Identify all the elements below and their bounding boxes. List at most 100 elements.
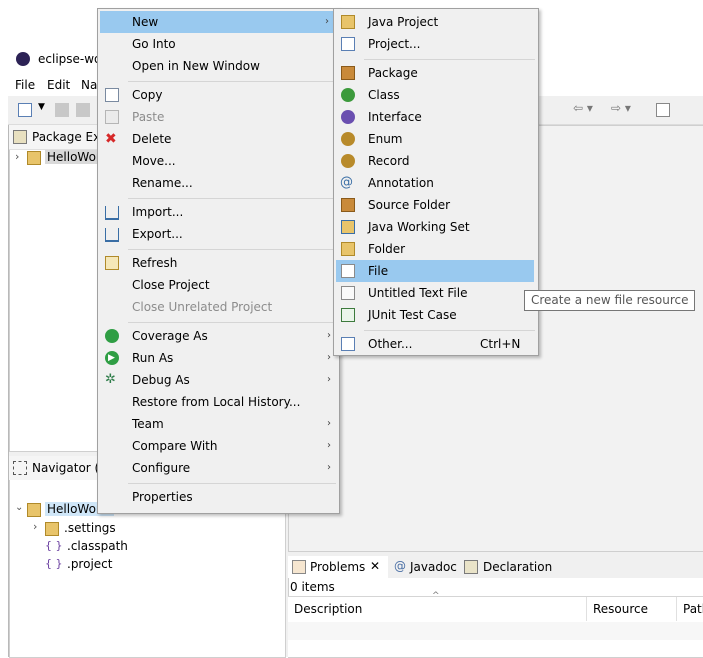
submenu-item-untitled-text-file[interactable]: Untitled Text File (334, 282, 538, 304)
menu-item-label: Configure (132, 461, 191, 475)
menu-navigate[interactable]: Na (81, 78, 97, 92)
menu-separator (128, 322, 336, 323)
menu-item-label: New (132, 15, 159, 29)
menu-edit[interactable]: Edit (47, 78, 70, 92)
chevron-right-icon[interactable]: › (15, 150, 19, 163)
save-icon[interactable] (55, 103, 69, 117)
menu-item-compare-with[interactable]: Compare With › (98, 435, 339, 457)
tab-declaration[interactable]: Declaration (462, 556, 562, 578)
menu-item-move[interactable]: Move... (98, 150, 339, 172)
menu-item-label: Source Folder (368, 198, 451, 212)
save-all-icon[interactable] (76, 103, 90, 117)
menu-item-label: Annotation (368, 176, 434, 190)
close-icon[interactable]: ✕ (370, 559, 380, 573)
submenu-item-folder[interactable]: Folder (334, 238, 538, 260)
new-wizard-icon[interactable] (18, 103, 32, 117)
tree-item[interactable]: { } .project (9, 556, 284, 574)
menu-item-label: Package (368, 66, 418, 80)
context-menu: New › Go Into Open in New Window Copy Pa… (97, 8, 340, 514)
submenu-item-java-project[interactable]: Java Project (334, 11, 538, 33)
chevron-right-icon: › (327, 462, 331, 473)
menu-item-run-as[interactable]: ▶ Run As › (98, 347, 339, 369)
class-icon (341, 88, 355, 102)
junit-icon (341, 308, 355, 322)
tab-javadoc[interactable]: @ Javadoc (392, 556, 462, 578)
menu-item-rename[interactable]: Rename... (98, 172, 339, 194)
menu-item-close-project[interactable]: Close Project (98, 274, 339, 296)
tree-item[interactable]: { } .classpath (9, 538, 284, 556)
menu-item-close-unrelated-project[interactable]: Close Unrelated Project (98, 296, 339, 318)
java-project-icon (341, 15, 355, 29)
menu-item-debug-as[interactable]: ✲ Debug As › (98, 369, 339, 391)
chevron-down-icon[interactable]: ⌄ (15, 502, 23, 513)
menu-item-new[interactable]: New › (100, 11, 337, 33)
menu-file[interactable]: File (15, 78, 35, 92)
menu-item-properties[interactable]: Properties (98, 486, 339, 508)
submenu-item-package[interactable]: Package (334, 62, 538, 84)
package-icon (341, 66, 355, 80)
export-icon (105, 228, 119, 242)
submenu-item-annotation[interactable]: @ Annotation (334, 172, 538, 194)
chevron-right-icon[interactable]: › (33, 520, 37, 533)
table-row (288, 622, 703, 640)
menu-item-label: Close Project (132, 278, 210, 292)
chevron-right-icon: › (327, 418, 331, 429)
nav-forward-icon[interactable]: ⇨ ▾ (611, 101, 631, 115)
menu-item-label: Go Into (132, 37, 176, 51)
xml-file-icon: { } (45, 539, 63, 552)
folder-icon (341, 242, 355, 256)
source-folder-icon (341, 198, 355, 212)
navigator-icon (13, 461, 27, 475)
menu-item-label: Move... (132, 154, 176, 168)
submenu-item-other[interactable]: Other... Ctrl+N (334, 333, 538, 355)
menu-item-label: Record (368, 154, 410, 168)
chevron-down-icon[interactable]: ▼ (38, 102, 45, 112)
submenu-item-project[interactable]: Project... (334, 33, 538, 55)
submenu-item-java-working-set[interactable]: Java Working Set (334, 216, 538, 238)
tree-item[interactable]: › .settings (9, 520, 284, 538)
menu-item-label: Close Unrelated Project (132, 300, 273, 314)
menu-item-label: Debug As (132, 373, 190, 387)
tab-problems[interactable]: Problems ✕ (288, 556, 388, 578)
working-set-icon (341, 220, 355, 234)
import-icon (105, 206, 119, 220)
menu-item-label: Restore from Local History... (132, 395, 301, 409)
menu-item-copy[interactable]: Copy (98, 84, 339, 106)
menu-item-coverage-as[interactable]: Coverage As › (98, 325, 339, 347)
column-description[interactable]: Description (288, 597, 587, 621)
new-submenu: Java Project Project... Package Class In… (333, 8, 539, 356)
file-icon (341, 264, 355, 278)
menu-item-open-in-new-window[interactable]: Open in New Window (98, 55, 339, 77)
column-path-label: Path (683, 602, 703, 616)
menu-item-export[interactable]: Export... (98, 223, 339, 245)
menu-item-team[interactable]: Team › (98, 413, 339, 435)
menu-item-refresh[interactable]: Refresh (98, 252, 339, 274)
menu-item-paste[interactable]: Paste (98, 106, 339, 128)
column-path[interactable]: Path (677, 597, 703, 621)
submenu-item-record[interactable]: Record (334, 150, 538, 172)
column-resource[interactable]: Resource (587, 597, 677, 621)
submenu-item-source-folder[interactable]: Source Folder (334, 194, 538, 216)
menu-item-label: Export... (132, 227, 183, 241)
nav-back-icon[interactable]: ⇦ ▾ (573, 101, 593, 115)
play-icon: ▶ (108, 353, 115, 363)
menu-item-delete[interactable]: ✖ Delete (98, 128, 339, 150)
text-file-icon (341, 286, 355, 300)
open-perspective-icon[interactable] (656, 103, 670, 117)
project-folder-icon (27, 503, 41, 517)
menu-item-configure[interactable]: Configure › (98, 457, 339, 479)
submenu-item-enum[interactable]: Enum (334, 128, 538, 150)
menu-item-go-into[interactable]: Go Into (98, 33, 339, 55)
chevron-right-icon: › (327, 352, 331, 363)
tab-javadoc-label: Javadoc (410, 560, 457, 574)
menu-item-import[interactable]: Import... (98, 201, 339, 223)
problems-table: ^ Description Resource Path (288, 591, 703, 657)
menu-item-restore-local-history[interactable]: Restore from Local History... (98, 391, 339, 413)
submenu-item-junit-test-case[interactable]: JUnit Test Case (334, 304, 538, 326)
submenu-item-class[interactable]: Class (334, 84, 538, 106)
submenu-item-file[interactable]: File (336, 260, 534, 282)
tree-item-label: .settings (64, 521, 116, 535)
copy-icon (105, 88, 119, 102)
menu-item-label: Run As (132, 351, 174, 365)
submenu-item-interface[interactable]: Interface (334, 106, 538, 128)
